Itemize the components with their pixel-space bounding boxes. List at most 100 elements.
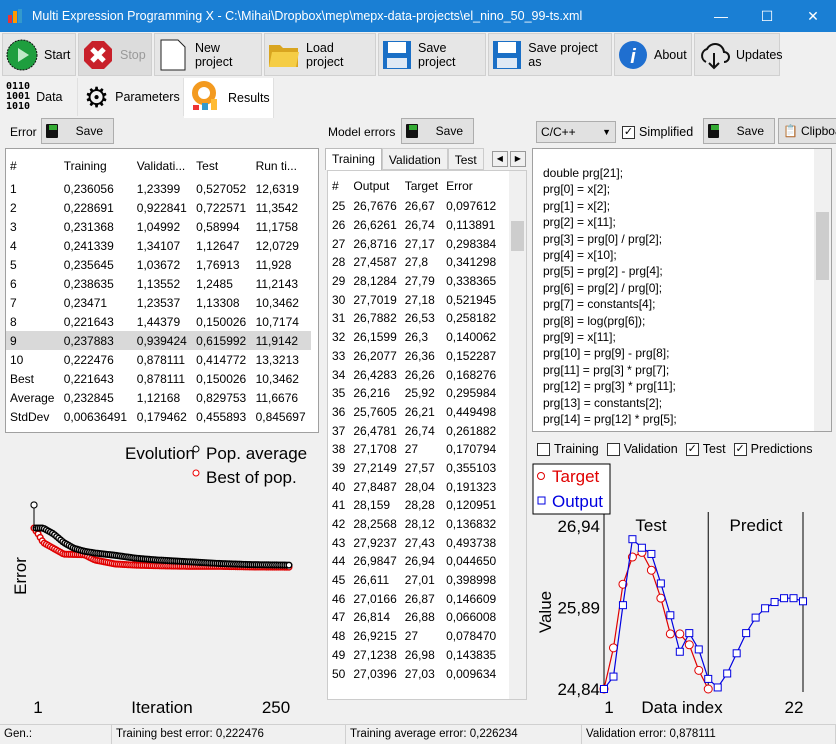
table-row[interactable]: 4526,61127,010,398998 — [328, 571, 500, 590]
stop-button[interactable]: Stop — [78, 33, 152, 76]
table-row[interactable]: 4228,256828,120,136832 — [328, 515, 500, 534]
simplified-checkbox[interactable]: ✓Simplified — [622, 125, 693, 139]
table-row[interactable]: 5027,039627,030,009634 — [328, 664, 500, 683]
table-row[interactable]: 3027,701927,180,521945 — [328, 290, 500, 309]
table-row[interactable]: 3625,760526,210,449498 — [328, 403, 500, 422]
load-project-button[interactable]: Load project — [264, 33, 376, 76]
model-errors-scrollbar[interactable] — [509, 171, 526, 699]
model-errors-save-button[interactable]: Save — [401, 118, 474, 144]
table-cell: 0,922841 — [133, 198, 192, 217]
table-row[interactable]: 60,2386351,135521,248511,2143 — [6, 274, 311, 293]
toolbar: Start Stop New project Load project Save… — [0, 33, 836, 77]
tab-scroll-right[interactable]: ▶ — [510, 151, 526, 167]
plot-option-test-checkbox[interactable]: ✓Test — [686, 442, 726, 456]
language-select[interactable]: C/C++▼ — [536, 121, 616, 143]
table-row[interactable]: 2827,458727,80,341298 — [328, 253, 500, 272]
table-row[interactable]: 10,2360561,233990,52705212,6319 — [6, 179, 311, 198]
table-row[interactable]: 100,2224760,8781110,41477213,3213 — [6, 350, 311, 369]
save-project-button[interactable]: Save project — [378, 33, 486, 76]
tab-scroll-left[interactable]: ◀ — [492, 151, 508, 167]
plot-option-predictions-checkbox[interactable]: ✓Predictions — [734, 442, 813, 456]
table-row[interactable]: 90,2378830,9394240,61599211,9142 — [6, 331, 311, 350]
tab-training[interactable]: Training — [325, 148, 382, 170]
table-row[interactable]: 70,234711,235371,1330810,3462 — [6, 293, 311, 312]
table-row[interactable]: 3326,207726,360,152287 — [328, 347, 500, 366]
table-row[interactable]: 3226,159926,30,140062 — [328, 328, 500, 347]
table-row[interactable]: 3927,214927,570,355103 — [328, 459, 500, 478]
checkbox-icon: ✓ — [622, 126, 635, 139]
table-row[interactable]: 30,2313681,049920,5899411,1758 — [6, 217, 311, 236]
table-cell: 27,1238 — [349, 646, 400, 665]
table-row[interactable]: 4726,81426,880,066008 — [328, 608, 500, 627]
table-row[interactable]: 3426,428326,260,168276 — [328, 365, 500, 384]
code-scrollbar[interactable] — [814, 149, 831, 431]
table-row[interactable]: 3827,1708270,170794 — [328, 440, 500, 459]
tab-results[interactable]: Results — [184, 78, 274, 118]
save-project-as-button[interactable]: Save project as — [488, 33, 612, 76]
plot-option-training-checkbox[interactable]: Training — [537, 442, 599, 456]
clipboard-button[interactable]: 📋Clipboard — [778, 118, 836, 144]
table-cell: 0,238635 — [60, 274, 133, 293]
error-table-panel: #TrainingValidati...TestRun ti...10,2360… — [5, 148, 319, 433]
table-row[interactable]: 2626,626126,740,113891 — [328, 216, 500, 235]
tab-test[interactable]: Test — [448, 148, 484, 170]
table-cell: 11,3542 — [252, 198, 311, 217]
table-cell: 28,2568 — [349, 515, 400, 534]
table-row[interactable]: 4027,848728,040,191323 — [328, 477, 500, 496]
table-cell: 0,939424 — [133, 331, 192, 350]
error-save-button[interactable]: Save — [41, 118, 114, 144]
maximize-button[interactable]: ☐ — [744, 0, 790, 32]
results-icon — [190, 81, 222, 116]
close-button[interactable]: ✕ — [790, 0, 836, 32]
table-row[interactable]: Average0,2328451,121680,82975311,6676 — [6, 388, 311, 407]
data-point — [629, 536, 636, 543]
folder-icon — [268, 38, 300, 72]
save-label: Save — [737, 124, 764, 138]
table-row[interactable]: 80,2216431,443790,15002610,7174 — [6, 312, 311, 331]
table-row[interactable]: 4426,984726,940,044650 — [328, 552, 500, 571]
table-cell: 10,3462 — [252, 369, 311, 388]
table-row[interactable]: 4327,923727,430,493738 — [328, 533, 500, 552]
table-row[interactable]: 3726,478126,740,261882 — [328, 421, 500, 440]
table-cell: 26,814 — [349, 608, 400, 627]
model-errors-panel: #OutputTargetError2526,767626,670,097612… — [327, 170, 527, 700]
table-row[interactable]: StdDev0,006364910,1794620,4558930,845697 — [6, 407, 311, 426]
code-line: double prg[21]; — [543, 165, 821, 181]
table-cell: 38 — [328, 440, 349, 459]
table-row[interactable]: 4826,9215270,078470 — [328, 627, 500, 646]
tab-validation[interactable]: Validation — [382, 148, 448, 170]
table-cell: 0,521945 — [442, 290, 500, 309]
table-row[interactable]: 2726,871627,170,298384 — [328, 234, 500, 253]
tab-parameters[interactable]: ⚙Parameters — [78, 78, 184, 116]
code-text[interactable]: double prg[21];prg[0] = x[2];prg[1] = x[… — [533, 149, 831, 432]
minimize-button[interactable]: — — [698, 0, 744, 32]
table-row[interactable]: 4627,016626,870,146609 — [328, 589, 500, 608]
about-button[interactable]: iAbout — [614, 33, 692, 76]
updates-button[interactable]: Updates — [694, 33, 780, 76]
table-row[interactable]: 2928,128427,790,338365 — [328, 272, 500, 291]
table-row[interactable]: 3126,788226,530,258182 — [328, 309, 500, 328]
table-cell: 0,113891 — [442, 216, 500, 235]
region-label-test: Test — [635, 516, 666, 535]
start-button[interactable]: Start — [2, 33, 76, 76]
table-cell: 26,4781 — [349, 421, 400, 440]
legend-marker — [193, 470, 199, 476]
new-project-button[interactable]: New project — [154, 33, 262, 76]
table-row[interactable]: 40,2413391,341071,1264712,0729 — [6, 236, 311, 255]
legend-label: Output — [552, 492, 603, 511]
table-cell: 3 — [6, 217, 60, 236]
tab-data[interactable]: 0110 1001 1010Data — [0, 78, 78, 116]
table-row[interactable]: 3526,21625,920,295984 — [328, 384, 500, 403]
data-point — [31, 502, 37, 508]
table-cell: 0,228691 — [60, 198, 133, 217]
table-row[interactable]: 20,2286910,9228410,72257111,3542 — [6, 198, 311, 217]
table-row[interactable]: 4128,15928,280,120951 — [328, 496, 500, 515]
table-cell: 0,232845 — [60, 388, 133, 407]
plot-option-validation-checkbox[interactable]: Validation — [607, 442, 678, 456]
code-save-button[interactable]: Save — [703, 118, 775, 144]
x-tick-label: 22 — [785, 698, 804, 717]
table-row[interactable]: 4927,123826,980,143835 — [328, 646, 500, 665]
table-row[interactable]: Best0,2216430,8781110,15002610,3462 — [6, 369, 311, 388]
table-row[interactable]: 50,2356451,036721,7691311,928 — [6, 255, 311, 274]
table-row[interactable]: 2526,767626,670,097612 — [328, 197, 500, 216]
